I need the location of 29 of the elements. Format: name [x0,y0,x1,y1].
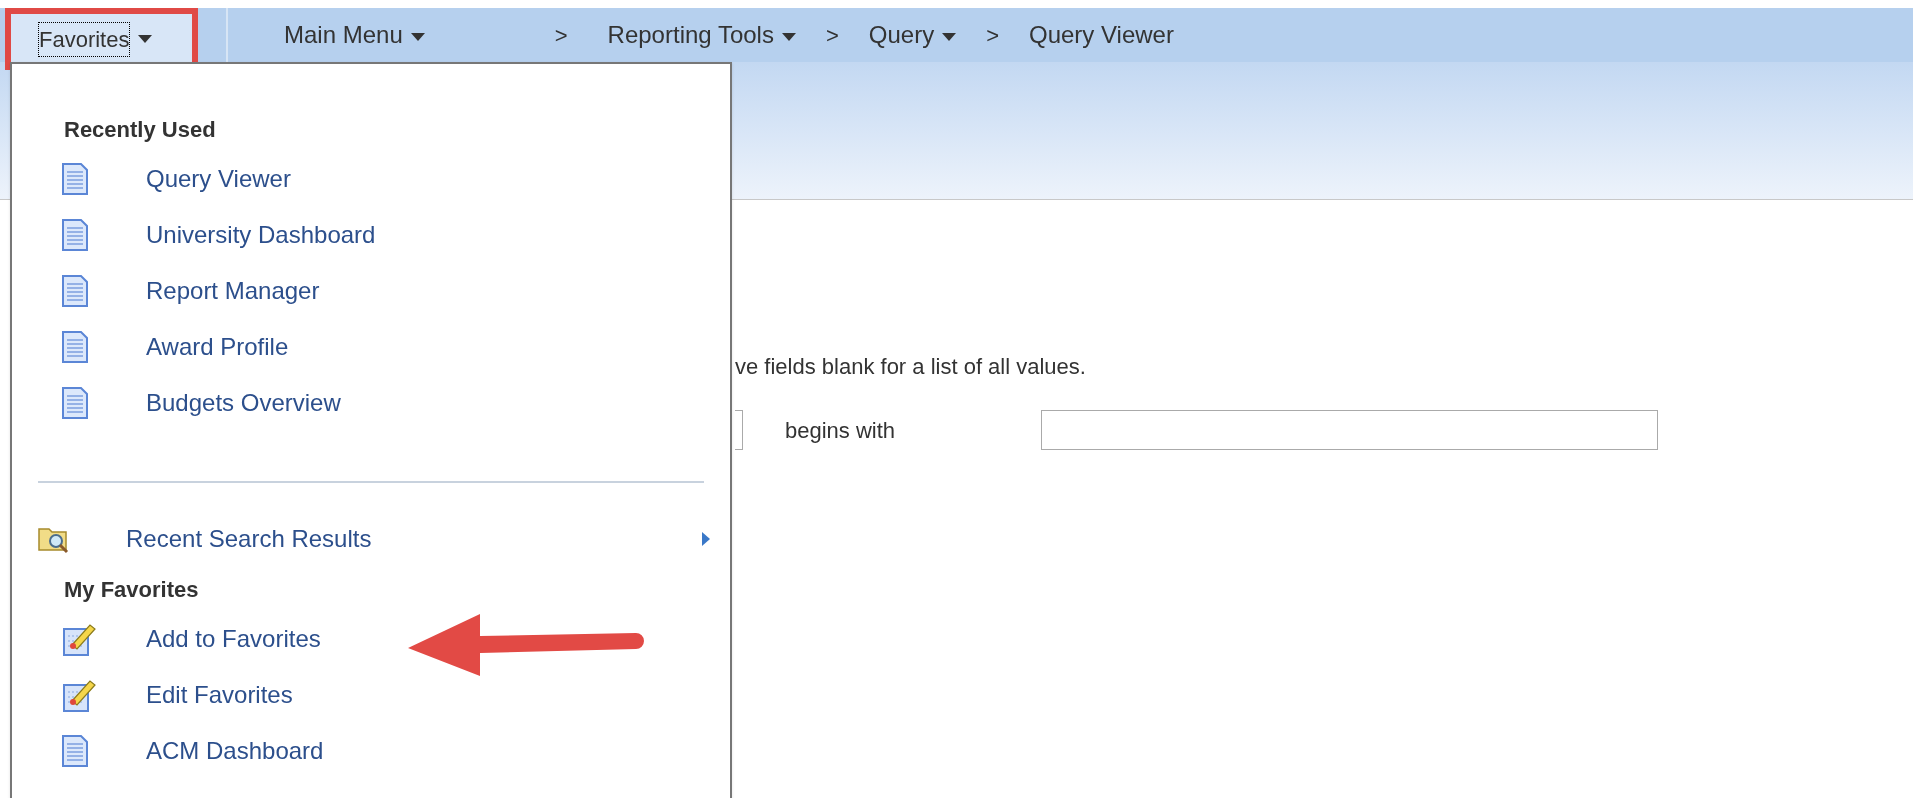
menu-item-link[interactable]: Award Profile [146,329,289,365]
menu-item-link[interactable]: Add to Favorites [146,621,321,657]
instruction-text: ve fields blank for a list of all values. [735,353,1087,381]
document-icon [62,331,88,363]
breadcrumb-separator: > [825,21,839,50]
document-icon [62,275,88,307]
breadcrumb-separator: > [554,21,568,50]
caret-icon [138,35,153,43]
section-heading: Recently Used [63,115,217,144]
input-field[interactable] [1041,410,1658,450]
breadcrumb-link[interactable]: Main Menu [284,17,425,53]
menu-item-link[interactable]: Budgets Overview [146,385,341,421]
operator-label: begins with [785,416,897,445]
input-field[interactable] [735,410,743,450]
document-icon [62,735,88,767]
menu-item-link[interactable]: Edit Favorites [146,677,293,713]
menu-item-link[interactable]: Query Viewer [146,161,291,197]
menu-item-link[interactable]: ACM Dashboard [146,733,324,769]
breadcrumb-separator: > [986,21,999,50]
breadcrumb-link[interactable]: Reporting Tools [607,17,796,53]
document-icon [62,163,88,195]
document-icon [62,219,88,251]
menu-item-link[interactable]: University Dashboard [146,217,376,253]
menu-item-link[interactable]: Report Manager [146,273,320,309]
breadcrumb-link[interactable]: Query Viewer [1029,17,1174,53]
document-icon [62,387,88,419]
section-heading: My Favorites [63,575,200,604]
menu-item-link[interactable]: Recent Search Results [126,521,372,557]
breadcrumb-link[interactable]: Query [868,17,957,53]
